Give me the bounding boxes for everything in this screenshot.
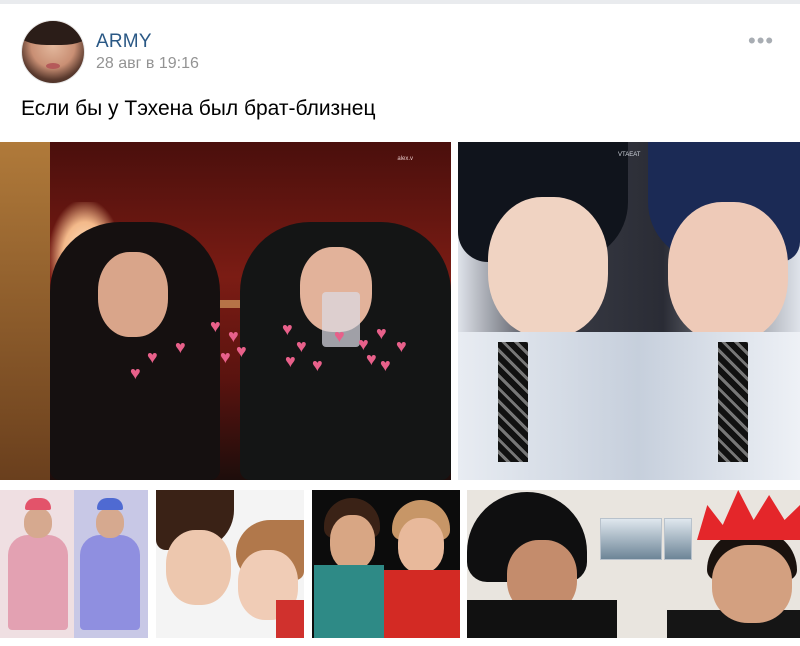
bookshelf — [0, 142, 50, 480]
person-right-jacket — [384, 570, 460, 638]
person-left-cap — [25, 498, 51, 510]
heart-icon: ♥ — [130, 363, 141, 383]
heart-icon: ♥ — [220, 347, 231, 367]
red-crown-headpiece — [697, 490, 800, 540]
heart-icon: ♥ — [285, 351, 296, 371]
heart-icon: ♥ — [236, 341, 247, 361]
heart-icon: ♥ — [396, 336, 407, 356]
watermark: VTAEAT — [618, 152, 641, 158]
person-left-body — [467, 600, 617, 638]
photo-3[interactable] — [0, 490, 148, 638]
person-left-vest — [314, 565, 384, 638]
author-name[interactable]: ARMY — [96, 31, 152, 53]
person-left-face — [24, 508, 52, 538]
person-right-face — [96, 508, 124, 538]
post-timestamp[interactable]: 28 авг в 19:16 — [96, 55, 199, 73]
person-left-shirt — [458, 332, 638, 480]
heart-icon: ♥ — [334, 326, 345, 346]
heart-icon: ♥ — [175, 337, 186, 357]
avatar-hair — [22, 21, 84, 45]
post-header: ARMY 28 авг в 19:16 ••• — [0, 4, 800, 92]
person-right-face — [712, 545, 792, 623]
red-clothing — [276, 600, 304, 638]
heart-icon: ♥ — [366, 349, 377, 369]
person-right-face — [668, 202, 788, 342]
person-left-tie — [498, 342, 528, 462]
more-horizontal-icon[interactable]: ••• — [748, 30, 774, 52]
watermark: alex.v — [397, 156, 413, 162]
heart-icon: ♥ — [376, 323, 387, 343]
heart-icon: ♥ — [147, 347, 158, 367]
avatar[interactable] — [21, 20, 85, 84]
heart-icon: ♥ — [282, 319, 293, 339]
photo-2[interactable]: VTAEAT — [458, 142, 800, 480]
photo-5[interactable] — [312, 490, 460, 638]
avatar-lips — [46, 63, 60, 69]
person-left-face — [166, 530, 231, 605]
heart-icon: ♥ — [296, 336, 307, 356]
person-left-face — [330, 515, 375, 570]
photo-1[interactable]: ♥ ♥ ♥ ♥ ♥ ♥ ♥ ♥ ♥ ♥ ♥ ♥ ♥ ♥ ♥ ♥ ♥ alex.v — [0, 142, 451, 480]
post-text: Если бы у Тэхена был брат-близнец — [21, 97, 376, 120]
person-left-face — [488, 197, 608, 337]
heart-icon: ♥ — [380, 355, 391, 375]
wall-poster — [664, 518, 692, 560]
photo-6[interactable] — [467, 490, 800, 638]
heart-icon: ♥ — [210, 316, 221, 336]
wall-poster — [600, 518, 662, 560]
photo-4[interactable] — [156, 490, 304, 638]
heart-icon: ♥ — [312, 355, 323, 375]
person-left-sweater — [8, 535, 68, 630]
person-right-sweater — [80, 535, 140, 630]
person-left-face — [98, 252, 168, 337]
person-right-tie — [718, 342, 748, 462]
person-right-face — [398, 518, 444, 573]
person-right-cap — [97, 498, 123, 510]
